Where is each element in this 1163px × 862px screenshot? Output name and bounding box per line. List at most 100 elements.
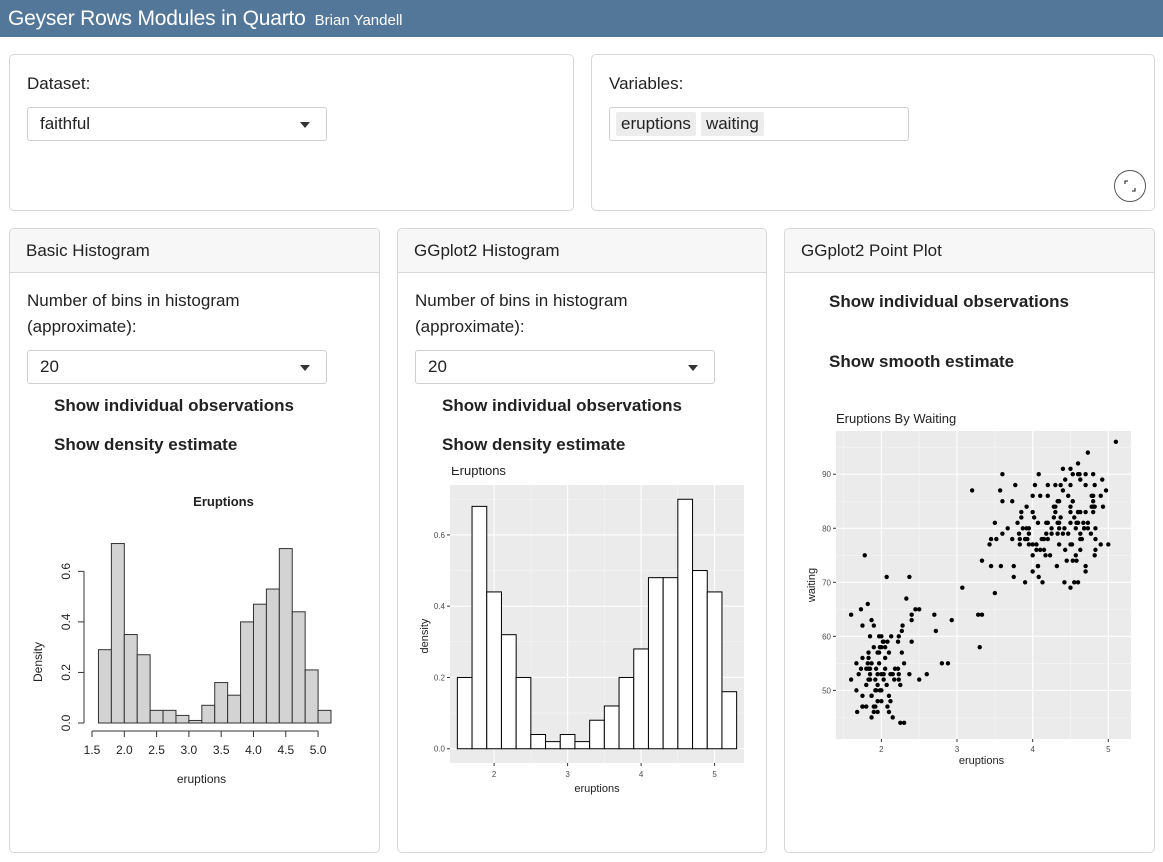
histogram-bar [317, 709, 332, 724]
scatter-point [992, 590, 998, 596]
scatter-point [1089, 493, 1094, 499]
scatter-point [1045, 536, 1050, 542]
histogram-bar [530, 733, 547, 750]
scatter-point [1093, 547, 1098, 553]
scatter-point [875, 682, 880, 688]
histogram-bar [486, 591, 502, 750]
ggplot-point-chart: Eruptions By Waiting 2 3 4 5 50 60 70 80 90 erupti… [806, 411, 1131, 767]
scatter-point [900, 623, 905, 628]
scatter-point [848, 677, 854, 682]
scatter-point [1060, 466, 1066, 472]
scatter-point [909, 639, 914, 644]
expand-button[interactable] [1114, 170, 1146, 202]
histogram-bar [123, 634, 138, 724]
scatter-point [877, 644, 883, 650]
ggplot-point-header: GGplot2 Point Plot [785, 229, 1154, 273]
scatter-point [881, 677, 886, 682]
y-tick-label: 0.0 [434, 745, 446, 754]
gg-show-observations-checkbox[interactable]: Show individual observations [442, 396, 682, 416]
scatter-point [1054, 563, 1060, 569]
y-tick-label: 0.0 [59, 714, 73, 731]
x-tick-label: 2 [879, 745, 884, 754]
scatter-point [876, 634, 882, 639]
scatter-point [1058, 515, 1063, 520]
scatter-point [1016, 531, 1022, 536]
scatter-point [1030, 542, 1035, 547]
scatter-point [1064, 558, 1069, 563]
histogram-bar [559, 733, 576, 750]
chart-title: Eruptions [193, 494, 254, 509]
scatter-point [1085, 450, 1091, 455]
basic-show-density-checkbox[interactable]: Show density estimate [54, 435, 237, 455]
panel-background [836, 431, 1131, 739]
scatter-point [896, 677, 901, 682]
y-tick-label: 0.2 [434, 673, 446, 682]
scatter-point [1030, 553, 1035, 558]
variable-chip-waiting[interactable]: waiting [700, 112, 764, 136]
y-tick-label: 0.2 [59, 664, 73, 681]
scatter-point [901, 720, 907, 725]
scatter-point [1075, 580, 1081, 585]
x-tick-label: 5 [712, 770, 717, 779]
y-tick-label: 0.6 [434, 531, 446, 540]
basic-show-observations-checkbox[interactable]: Show individual observations [54, 396, 294, 416]
scatter-point [1093, 536, 1098, 542]
scatter-point [1078, 547, 1083, 553]
histogram-bar [201, 704, 216, 724]
histogram-bar [456, 676, 473, 750]
histogram-bar [214, 682, 229, 724]
scatter-point [873, 666, 879, 671]
scatter-point [998, 563, 1004, 569]
basic-bins-select[interactable]: 20 [27, 350, 327, 384]
x-tick-label: 5 [1106, 745, 1111, 754]
gg-bins-select[interactable]: 20 [415, 350, 715, 384]
point-show-smooth-checkbox[interactable]: Show smooth estimate [829, 352, 1014, 372]
scatter-point [933, 628, 939, 634]
scatter-point [886, 693, 892, 698]
basic-bins-value: 20 [40, 357, 59, 376]
point-show-observations-checkbox[interactable]: Show individual observations [829, 292, 1069, 312]
scatter-point [909, 617, 914, 623]
app-author: Brian Yandell [314, 11, 403, 29]
histogram-bar [110, 543, 125, 724]
histogram-bar [97, 649, 112, 724]
scatter-point [864, 682, 869, 688]
scatter-point [1000, 472, 1005, 477]
histogram-bar [149, 709, 164, 724]
variables-select[interactable]: eruptions waiting [609, 107, 909, 141]
scatter-point [1074, 558, 1079, 563]
y-tick-label: 0.6 [59, 563, 73, 580]
y-tick-label: 80 [822, 524, 831, 533]
variable-chip-eruptions[interactable]: eruptions [616, 112, 696, 136]
scatter-point [1056, 520, 1062, 526]
scatter-point [884, 574, 889, 580]
scatter-point [1083, 569, 1088, 574]
scatter-point [1015, 520, 1020, 526]
scatter-point [1089, 504, 1094, 509]
scatter-point [1038, 547, 1043, 553]
scatter-point [909, 612, 914, 617]
scatter-point [969, 488, 975, 493]
gg-show-density-checkbox[interactable]: Show density estimate [442, 435, 625, 455]
scatter-point [1010, 536, 1015, 542]
histogram-bar [545, 741, 561, 750]
histogram-bar [603, 705, 620, 750]
scatter-point [875, 698, 880, 704]
x-tick-label: 4 [1030, 745, 1035, 754]
scatter-point [1005, 526, 1010, 531]
histogram-bar [240, 621, 254, 724]
scatter-point [1068, 520, 1073, 526]
scatter-point [1068, 482, 1073, 488]
scatter-point [1040, 580, 1045, 585]
scatter-point [1053, 504, 1058, 509]
scatter-point [1024, 504, 1029, 509]
scatter-point [917, 677, 922, 682]
gg-bins-value: 20 [428, 357, 447, 376]
chevron-down-icon [300, 122, 310, 128]
scatter-point [1024, 526, 1029, 531]
scatter-point [1085, 520, 1091, 526]
scatter-point [1083, 509, 1088, 515]
scatter-point [988, 563, 994, 569]
dataset-select[interactable]: faithful [27, 107, 327, 141]
scatter-point [1074, 520, 1079, 526]
